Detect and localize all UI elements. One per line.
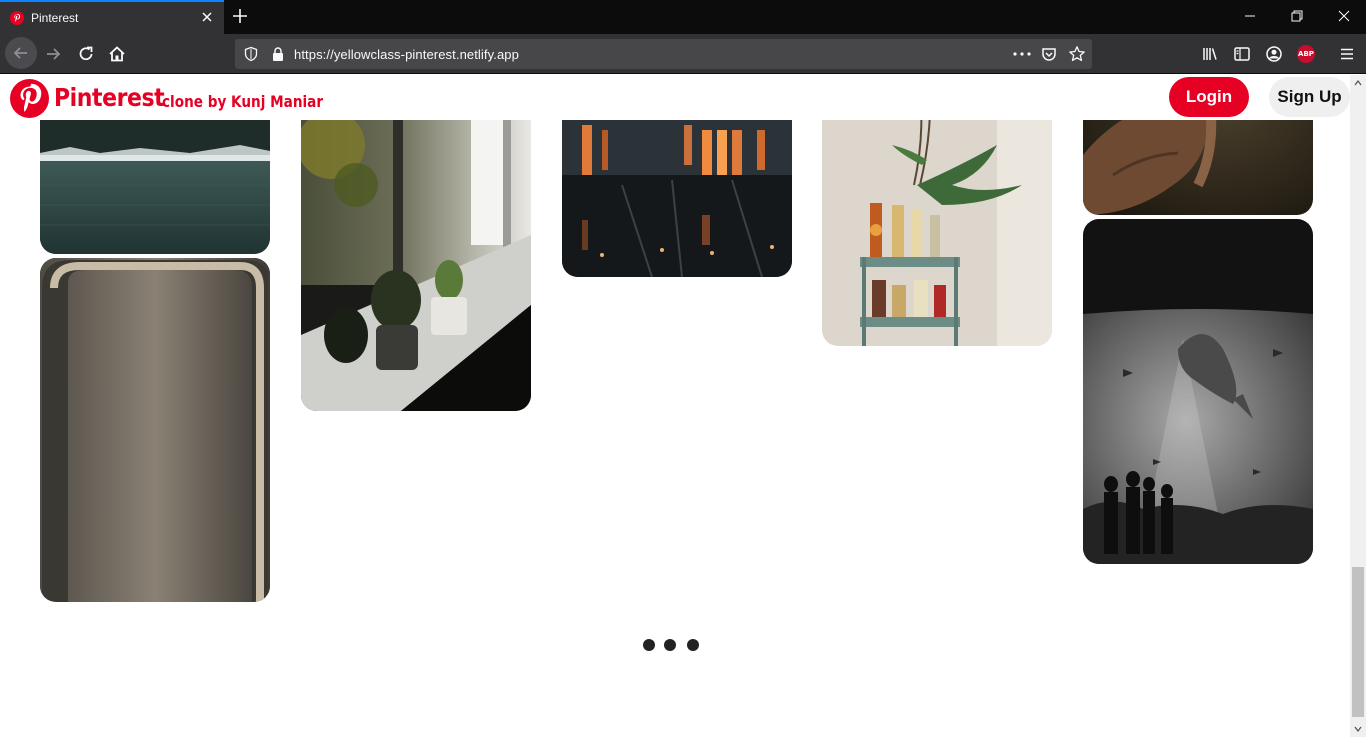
url-text[interactable]: https://yellowclass-pinterest.netlify.ap…: [294, 47, 519, 62]
page-actions-icon[interactable]: [1013, 52, 1031, 56]
signup-button[interactable]: Sign Up: [1269, 77, 1350, 117]
url-bar[interactable]: https://yellowclass-pinterest.netlify.ap…: [235, 39, 1092, 69]
restore-icon[interactable]: [1290, 9, 1304, 23]
scrollbar-thumb[interactable]: [1352, 567, 1364, 717]
loading-dot: [664, 639, 676, 651]
minimize-icon[interactable]: [1243, 9, 1257, 23]
adblock-icon[interactable]: ABP: [1297, 45, 1315, 63]
brand-title[interactable]: Pinterest: [54, 83, 165, 112]
site-header: Pinterest clone by Kunj Maniar Login Sig…: [0, 75, 1350, 120]
pinterest-favicon-icon: [10, 11, 24, 25]
aquarium-image: [1083, 219, 1313, 564]
browser-tab[interactable]: Pinterest: [0, 0, 224, 34]
browser-tab-bar: Pinterest: [0, 0, 1366, 34]
forward-arrow-icon[interactable]: [43, 44, 63, 64]
city-window-pin[interactable]: [40, 258, 270, 602]
page-scrollbar[interactable]: [1350, 75, 1366, 737]
menu-icon[interactable]: [1337, 44, 1357, 64]
loading-dot: [687, 639, 699, 651]
tab-close-icon[interactable]: [199, 9, 215, 25]
windowsill-plants-image: [301, 75, 531, 411]
reload-icon[interactable]: [76, 44, 96, 64]
shield-icon[interactable]: [243, 46, 259, 62]
bookmark-star-icon[interactable]: [1068, 45, 1086, 63]
home-icon[interactable]: [107, 44, 127, 64]
page-viewport: Pinterest clone by Kunj Maniar Login Sig…: [0, 75, 1350, 737]
back-button[interactable]: [5, 37, 37, 69]
scroll-down-icon[interactable]: [1354, 725, 1362, 733]
loading-dot: [643, 639, 655, 651]
login-button[interactable]: Login: [1169, 77, 1249, 117]
back-arrow-icon: [13, 47, 27, 59]
aquarium-pin[interactable]: [1083, 219, 1313, 564]
brand-subtitle: clone by Kunj Maniar: [162, 92, 324, 111]
sidebar-icon[interactable]: [1232, 44, 1252, 64]
window-close-icon[interactable]: [1337, 9, 1351, 23]
pinterest-logo-icon[interactable]: [10, 79, 49, 118]
scroll-up-icon[interactable]: [1354, 79, 1362, 87]
city-window-image: [40, 258, 270, 602]
loading-dots: [643, 639, 703, 653]
tab-title: Pinterest: [31, 11, 79, 25]
browser-toolbar: https://yellowclass-pinterest.netlify.ap…: [0, 34, 1366, 74]
account-icon[interactable]: [1264, 44, 1284, 64]
new-tab-icon[interactable]: [231, 7, 249, 25]
windowsill-plants-pin[interactable]: [301, 75, 531, 411]
lock-icon[interactable]: [271, 46, 285, 62]
pocket-icon[interactable]: [1041, 46, 1057, 62]
library-icon[interactable]: [1200, 44, 1220, 64]
